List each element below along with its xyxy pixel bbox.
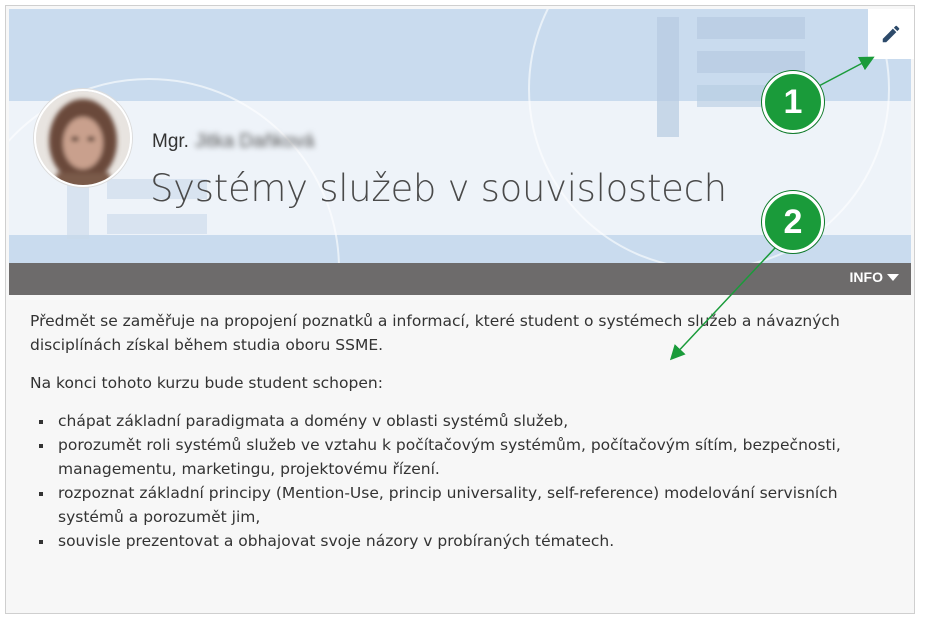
outcome-text: porozumět roli systémů služeb ve vztahu … bbox=[58, 436, 841, 478]
outcome-text: chápat základní paradigmata a domény v o… bbox=[58, 412, 569, 430]
course-banner: Mgr. Jitka Daňková Systémy služeb v souvi… bbox=[9, 9, 911, 295]
bullet-icon bbox=[39, 444, 43, 448]
outcome-item: chápat základní paradigmata a domény v o… bbox=[30, 409, 890, 433]
annotation-marker-1: 1 bbox=[762, 71, 824, 133]
bullet-icon bbox=[39, 492, 43, 496]
edit-button[interactable] bbox=[868, 9, 914, 59]
caret-down-icon bbox=[887, 273, 899, 281]
teacher-name: Mgr. Jitka Daňková bbox=[152, 131, 314, 153]
course-title: Systémy služeb v souvislostech bbox=[150, 167, 727, 210]
bullet-icon bbox=[39, 420, 43, 424]
bullet-icon bbox=[39, 540, 43, 544]
outcomes-list: chápat základní paradigmata a domény v o… bbox=[30, 409, 890, 553]
outcome-item: souvisle prezentovat a obhajovat svoje n… bbox=[30, 529, 890, 553]
outcomes-lead: Na konci tohoto kurzu bude student schop… bbox=[30, 374, 383, 392]
teacher-avatar bbox=[34, 89, 132, 187]
outcome-text: souvisle prezentovat a obhajovat svoje n… bbox=[58, 532, 615, 550]
description-intro: Předmět se zaměřuje na propojení poznatk… bbox=[30, 312, 840, 354]
banner-decoration bbox=[9, 9, 890, 295]
outcome-item: porozumět roli systémů služeb ve vztahu … bbox=[30, 433, 890, 481]
info-bar: INFO bbox=[9, 263, 911, 295]
teacher-name-blurred: Jitka Daňková bbox=[194, 131, 315, 152]
pencil-icon bbox=[882, 25, 900, 43]
course-description: Předmět se zaměřuje na propojení poznatk… bbox=[30, 309, 890, 553]
teacher-title-prefix: Mgr. bbox=[152, 131, 189, 152]
annotation-marker-2: 2 bbox=[762, 191, 824, 253]
info-label: INFO bbox=[849, 269, 883, 285]
outcome-text: rozpoznat základní principy (Mention-Use… bbox=[58, 484, 838, 526]
info-toggle-button[interactable]: INFO bbox=[850, 269, 899, 285]
outcome-item: rozpoznat základní principy (Mention-Use… bbox=[30, 481, 890, 529]
